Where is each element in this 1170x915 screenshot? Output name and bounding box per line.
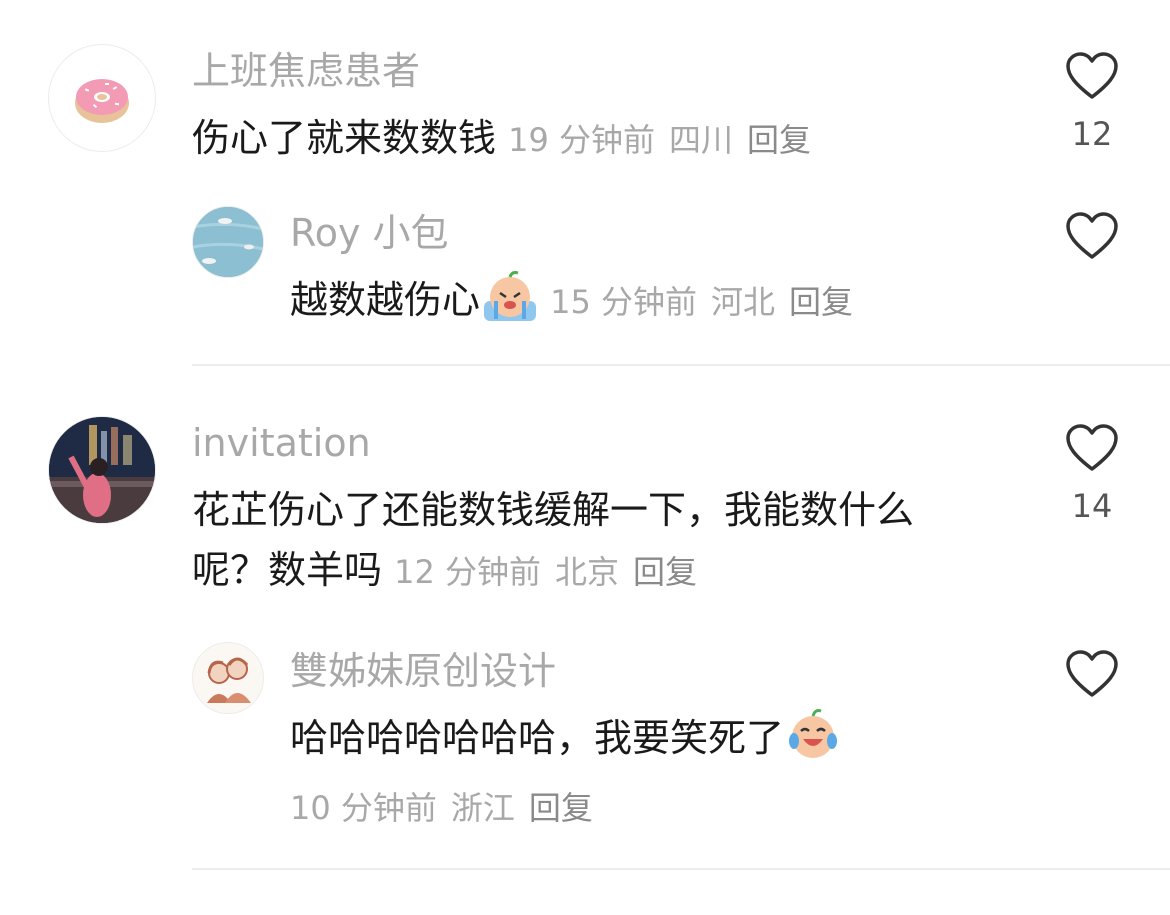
username[interactable]: 雙姊妹原创设计 [290, 648, 556, 694]
like-count: 14 [1071, 487, 1113, 525]
comment-text: 花芷伤心了还能数钱缓解一下，我能数什么 呢？数羊吗 12 分钟前 北京 回复 [192, 480, 1042, 602]
comment-body: 呢？数羊吗 [192, 548, 383, 592]
laughing-tears-emoji [789, 709, 838, 758]
location: 北京 [555, 553, 620, 591]
reply-button[interactable]: 回复 [529, 789, 593, 827]
reply-button[interactable]: 回复 [633, 553, 697, 591]
like-button[interactable] [1062, 650, 1122, 698]
username[interactable]: invitation [192, 420, 371, 466]
comment-body-line: 花芷伤心了还能数钱缓解一下，我能数什么 [192, 488, 915, 532]
sisters-illustration-icon [193, 643, 263, 713]
heart-icon [1066, 650, 1118, 697]
location: 浙江 [450, 789, 515, 827]
reply-meta: 10 分钟前 浙江 回复 [290, 778, 840, 838]
reply-text: 哈哈哈哈哈哈哈，我要笑死了 10 分钟前 浙江 回复 [290, 708, 840, 838]
comment-body-line: 呢？数羊吗 12 分钟前 北京 回复 [192, 540, 1042, 602]
night-city-photo-icon [49, 417, 155, 523]
timestamp: 10 分钟前 [290, 789, 437, 827]
comment: invitation 花芷伤心了还能数钱缓解一下，我能数什么 呢？数羊吗 12 … [0, 0, 1170, 900]
heart-icon [1066, 424, 1118, 471]
divider [192, 868, 1170, 870]
reply-body-line: 哈哈哈哈哈哈哈，我要笑死了 [290, 708, 840, 768]
timestamp: 12 分钟前 [394, 553, 542, 591]
like-button[interactable]: 14 [1062, 424, 1122, 524]
avatar[interactable] [48, 416, 156, 524]
avatar[interactable] [192, 642, 264, 714]
reply-body: 哈哈哈哈哈哈哈，我要笑死了 [290, 716, 785, 760]
comment-meta: 12 分钟前 北京 回复 [394, 553, 711, 591]
